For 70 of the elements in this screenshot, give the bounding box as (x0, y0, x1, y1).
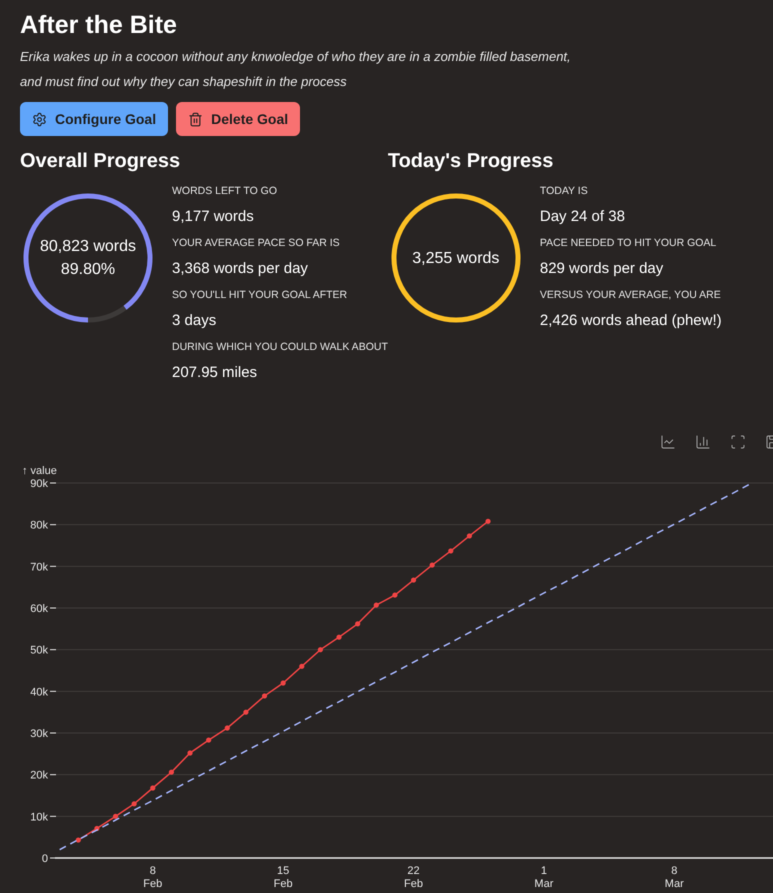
section-heading: Today's Progress (388, 149, 554, 174)
bar-chart-button[interactable] (694, 434, 711, 450)
data-point (299, 664, 304, 669)
stat-label: VERSUS YOUR AVERAGE, YOU ARE (540, 288, 722, 303)
fullscreen-icon (730, 434, 746, 450)
data-point (392, 592, 398, 598)
y-tick-label: 90k (30, 478, 48, 490)
data-point (318, 647, 323, 652)
data-point (485, 518, 491, 524)
data-point (224, 725, 230, 731)
stat-value: 2,426 words ahead (phew!) (540, 311, 722, 331)
data-point (168, 770, 174, 775)
y-tick-label: 0 (42, 853, 48, 865)
y-axis-label: ↑ value (22, 465, 57, 477)
configure-goal-button[interactable]: Configure Goal (20, 102, 168, 136)
y-tick-label: 70k (30, 561, 48, 574)
section-heading: Overall Progress (20, 149, 182, 174)
stat-value: 829 words per day (540, 259, 664, 279)
data-point (466, 533, 472, 539)
data-point (280, 680, 286, 686)
stat-label: WORDS LEFT TO GO (172, 184, 278, 199)
data-point (206, 737, 212, 743)
goal-description: Erika wakes up in a cocoon without any knwoledge of who they are in a zombie filled basement, and must find out why they can shapeshift in the process (20, 48, 572, 91)
stat-value: Day 24 of 38 (540, 207, 626, 227)
data-point (187, 750, 193, 756)
data-point (355, 621, 360, 626)
y-tick-label: 20k (30, 770, 48, 782)
data-point (336, 634, 342, 640)
data-point (243, 710, 248, 715)
data-point (94, 826, 100, 832)
fullscreen-button[interactable] (729, 434, 746, 450)
stat-label: DURING WHICH YOU COULD WALK ABOUT (172, 340, 388, 355)
stat-value: 3,368 words per day (172, 259, 309, 279)
x-tick-label: 8 Feb (143, 865, 162, 890)
y-tick-label: 50k (30, 644, 48, 657)
data-point (374, 602, 379, 608)
stat-label: SO YOU'LL HIT YOUR GOAL AFTER (172, 288, 348, 303)
trash-icon (188, 112, 204, 126)
stat-value: 9,177 words (172, 207, 255, 227)
data-point (150, 785, 156, 791)
x-tick-label: 22 Feb (404, 865, 424, 890)
ring-text: 3,255 words (412, 248, 500, 268)
y-tick-label: 10k (30, 811, 48, 824)
gear-icon (32, 112, 47, 126)
y-tick-label: 30k (30, 728, 48, 740)
ring-text: 89.80% (60, 260, 116, 280)
y-tick-label: 40k (30, 686, 48, 698)
stat-value: 207.95 miles (172, 363, 258, 383)
stat-label: YOUR AVERAGE PACE SO FAR IS (172, 236, 341, 251)
stat-value: 3 days (172, 311, 218, 331)
ring-text: 80,823 words (40, 237, 136, 257)
stat-label: PACE NEEDED TO HIT YOUR GOAL (540, 236, 718, 251)
data-point (76, 837, 81, 843)
stat-label: TODAY IS (540, 184, 589, 199)
x-tick-label: 8 Mar (664, 865, 684, 890)
data-point (448, 548, 454, 554)
line-chart-icon (660, 434, 676, 450)
delete-goal-button[interactable]: Delete Goal (176, 102, 300, 136)
line-chart-button[interactable] (659, 434, 676, 450)
data-point (262, 693, 268, 699)
data-point (430, 562, 435, 568)
data-point (410, 577, 416, 583)
bar-chart-icon (694, 434, 710, 450)
goal-title: After the Bite (20, 10, 178, 41)
x-tick-label: 1 Mar (534, 865, 554, 890)
data-point (112, 814, 118, 819)
x-tick-label: 15 Feb (274, 865, 293, 890)
data-point (132, 801, 137, 806)
y-tick-label: 60k (30, 603, 48, 615)
y-tick-label: 80k (30, 520, 48, 532)
